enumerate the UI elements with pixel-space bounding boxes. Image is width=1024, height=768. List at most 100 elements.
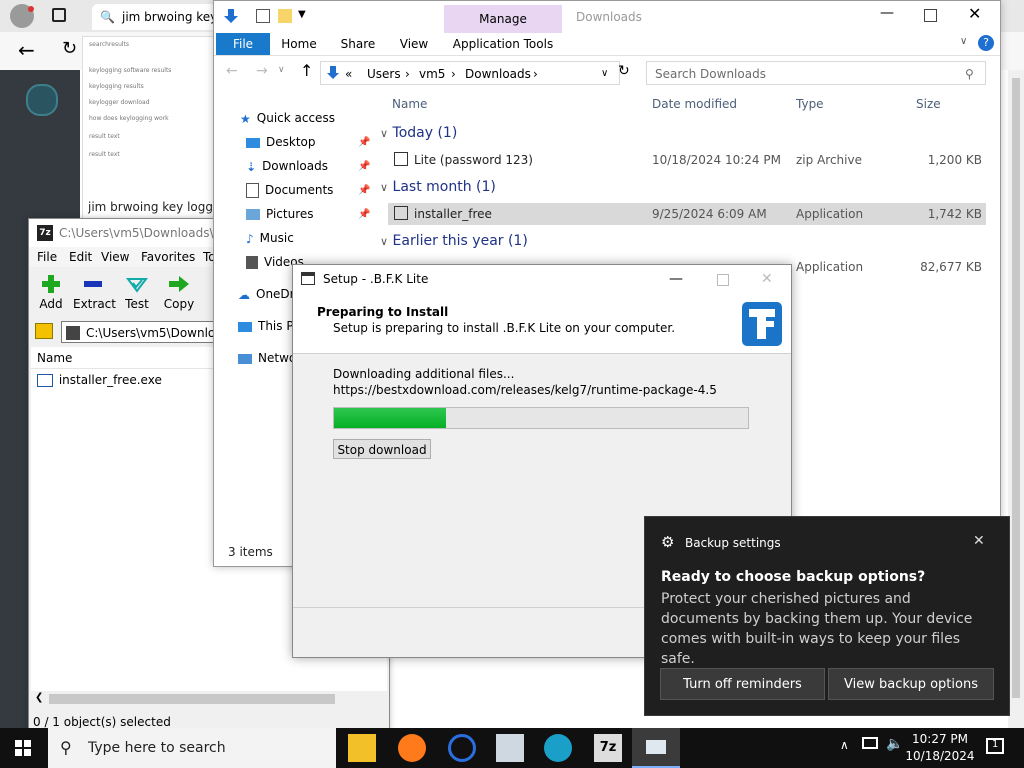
download-arrow-icon[interactable] (222, 7, 240, 25)
horizontal-scrollbar[interactable]: ❮ (31, 691, 387, 707)
up-icon[interactable]: ↑ (300, 61, 313, 80)
nav-back-icon[interactable]: ← (226, 63, 238, 79)
test-label: Test (125, 297, 149, 311)
pin-icon[interactable]: 📌 (358, 161, 370, 172)
folder-up-icon[interactable] (35, 323, 53, 339)
page-scrollbar[interactable] (1008, 70, 1024, 728)
sevenzip-title: C:\Users\vm5\Downloads\Lite (59, 226, 236, 240)
app-window-icon[interactable] (496, 734, 524, 762)
scroll-left-icon[interactable]: ❮ (35, 692, 43, 703)
recent-locations-icon[interactable]: ∨ (278, 65, 285, 75)
expand-ribbon-icon[interactable]: ∨ (960, 36, 967, 47)
nav-pictures[interactable]: Pictures (246, 203, 314, 225)
minimize-icon[interactable]: — (669, 265, 683, 293)
tab-application-tools[interactable]: Application Tools (448, 33, 558, 55)
maximize-icon[interactable] (924, 9, 937, 22)
view-backup-options-button[interactable]: View backup options (828, 668, 994, 700)
group-header-today[interactable]: ∨ Today (1) (380, 125, 457, 141)
search-placeholder: Search Downloads (655, 67, 766, 81)
table-row[interactable]: Lite (password 123) 10/18/2024 10:24 PM … (388, 149, 986, 171)
7z-folder-icon (66, 326, 80, 340)
windows-start-icon[interactable] (15, 740, 31, 756)
column-name[interactable]: Name (392, 97, 427, 111)
nav-network[interactable]: Netwo (238, 347, 296, 369)
exe-icon (37, 374, 53, 387)
menu-view[interactable]: View (101, 250, 129, 264)
network-icon[interactable] (862, 737, 878, 749)
7z-app-icon: 7z (37, 225, 53, 241)
copy-button[interactable]: Copy (159, 269, 199, 311)
chevron-up-icon[interactable]: ∧ (840, 738, 849, 752)
search-icon: ⚲ (965, 67, 974, 81)
notification-center-icon[interactable]: 1 (986, 738, 1004, 754)
test-button[interactable]: Test (117, 269, 157, 311)
nav-desktop[interactable]: Desktop (246, 131, 316, 153)
menu-edit[interactable]: Edit (69, 250, 92, 264)
nav-music[interactable]: ♪ Music (246, 227, 294, 249)
collapse-icon: ∨ (380, 127, 389, 140)
scroll-thumb[interactable] (1012, 78, 1020, 698)
new-folder-icon[interactable] (278, 9, 292, 23)
taskbar-search[interactable]: ⚲ Type here to search (48, 728, 336, 768)
pin-icon[interactable]: 📌 (358, 185, 370, 196)
minimize-icon[interactable]: — (880, 5, 894, 21)
nav-downloads[interactable]: ⇣ Downloads (246, 155, 328, 177)
firefox-icon[interactable] (398, 734, 426, 762)
group-header-last-month[interactable]: ∨ Last month (1) (380, 179, 496, 195)
refresh-icon[interactable]: ↻ (618, 63, 630, 79)
edge-icon[interactable] (544, 734, 572, 762)
column-date-modified[interactable]: Date modified (652, 97, 737, 111)
file-explorer-icon[interactable] (348, 734, 376, 762)
breadcrumb-vm5[interactable]: vm5 (419, 62, 445, 86)
address-dropdown-icon[interactable]: ∨ (601, 62, 608, 86)
turn-off-reminders-button[interactable]: Turn off reminders (660, 668, 825, 700)
quick-access-toolbar: ▼ Manage Downloads — ✕ (214, 1, 1000, 33)
table-row[interactable]: installer_free 9/25/2024 6:09 AM Applica… (388, 203, 986, 225)
help-icon[interactable]: ? (978, 35, 994, 51)
group-header-earlier-this-year[interactable]: ∨ Earlier this year (1) (380, 233, 528, 249)
column-type[interactable]: Type (796, 97, 824, 111)
nav-onedrive[interactable]: ☁ OneDr (238, 283, 295, 305)
scroll-thumb[interactable] (49, 694, 335, 704)
pin-icon[interactable]: 📌 (358, 209, 370, 220)
tab-view[interactable]: View (392, 33, 436, 55)
menu-favorites[interactable]: Favorites (141, 250, 195, 264)
7zip-icon[interactable]: 7z (594, 734, 622, 762)
back-icon[interactable]: ← (18, 38, 35, 62)
notification-app: Backup settings (685, 536, 781, 550)
setup-taskbar-button[interactable] (632, 728, 680, 768)
close-icon[interactable]: ✕ (968, 4, 981, 23)
manage-tab-header[interactable]: Manage (444, 5, 562, 33)
breadcrumb-root[interactable]: « (345, 62, 352, 86)
nav-forward-icon[interactable]: → (256, 63, 268, 79)
tab-share[interactable]: Share (334, 33, 382, 55)
site-logo-icon (26, 84, 58, 116)
extract-button[interactable]: Extract (73, 269, 116, 311)
setup-header: Preparing to Install Setup is preparing … (293, 293, 791, 354)
add-button[interactable]: Add (31, 269, 71, 311)
nav-documents[interactable]: Documents (246, 179, 333, 201)
nav-quick-access[interactable]: ★ Quick access (240, 107, 335, 129)
tab-file[interactable]: File (216, 33, 270, 55)
notif-count: 1 (992, 739, 999, 750)
reload-icon[interactable]: ↻ (62, 38, 77, 59)
list-item[interactable]: installer_free.exe (37, 373, 162, 387)
pin-icon[interactable]: 📌 (358, 137, 370, 148)
properties-icon[interactable] (256, 9, 270, 23)
breadcrumb-users[interactable]: Users (367, 62, 401, 86)
menu-file[interactable]: File (37, 250, 57, 264)
tab-actions-icon[interactable] (52, 8, 66, 22)
app-circle-icon[interactable] (448, 734, 476, 762)
customize-qat-icon[interactable]: ▼ (298, 9, 306, 20)
search-input[interactable]: Search Downloads ⚲ (646, 61, 986, 85)
gear-icon: ⚙ (661, 533, 675, 551)
close-icon[interactable]: ✕ (973, 533, 985, 549)
clock[interactable]: 10:27 PM 10/18/2024 (900, 731, 980, 765)
address-bar[interactable]: « Users › vm5 › Downloads › ∨ (320, 61, 620, 85)
extract-label: Extract (73, 297, 116, 311)
browser-tab[interactable]: 🔍 jim brwoing key (92, 4, 216, 30)
stop-download-button[interactable]: Stop download (333, 439, 431, 459)
tab-home[interactable]: Home (276, 33, 322, 55)
breadcrumb-downloads[interactable]: Downloads (465, 62, 531, 86)
column-size[interactable]: Size (916, 97, 941, 111)
